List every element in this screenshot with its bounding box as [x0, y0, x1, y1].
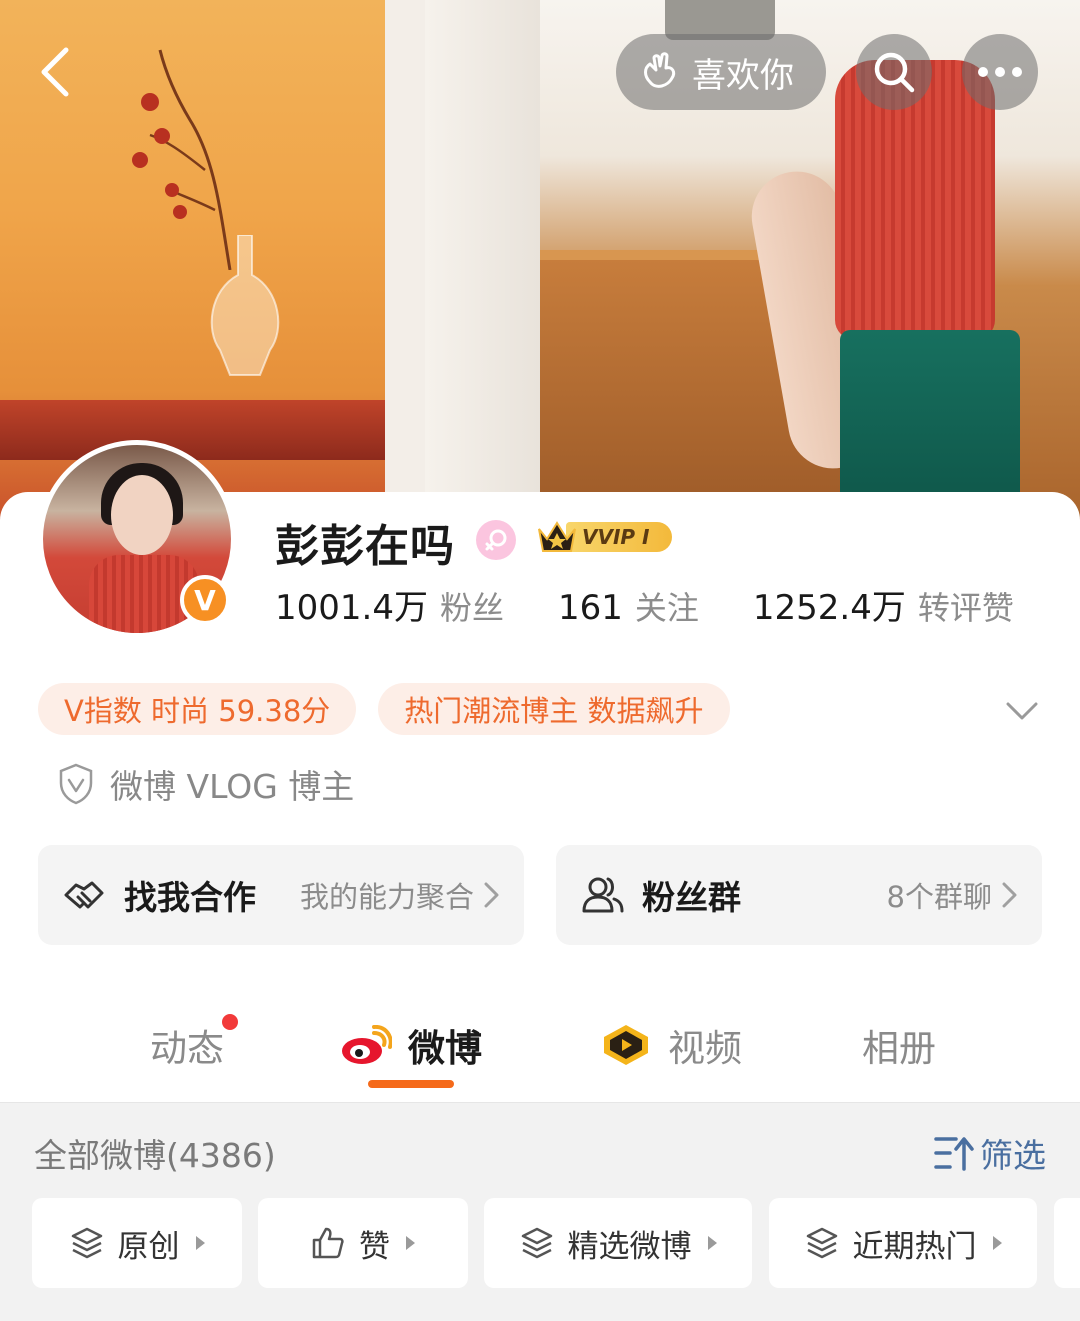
tab-activity[interactable]: 动态 [150, 1014, 238, 1072]
fan-group-button[interactable]: 粉丝群 8个群聊 [556, 845, 1042, 945]
filter-button[interactable]: 筛选 [934, 1129, 1046, 1177]
vvip-label: VVIP I [566, 522, 672, 552]
cover-divider [425, 0, 545, 520]
search-button[interactable] [856, 34, 932, 110]
vase-illustration [210, 235, 280, 376]
avatar-face [111, 475, 173, 555]
tab-weibo[interactable]: 微博 [340, 1018, 482, 1072]
more-dots-icon [978, 67, 1022, 77]
verified-badge: V [180, 575, 230, 625]
crown-icon [538, 521, 576, 552]
profile-name: 彭彭在吗 [275, 521, 455, 572]
back-button[interactable] [30, 40, 80, 104]
like-you-button[interactable]: 喜欢你 [616, 34, 826, 110]
search-icon [874, 52, 915, 93]
cooperate-label: 找我合作 [124, 878, 256, 917]
thumbs-up-icon [312, 1227, 344, 1259]
layers-icon [521, 1227, 552, 1259]
certification-label: 微博 VLOG 博主 [110, 767, 355, 806]
notification-dot [222, 1014, 238, 1030]
group-icon [582, 877, 624, 913]
chip-trending[interactable]: 近期热门 [769, 1198, 1037, 1288]
stat-label: 转评赞 [917, 589, 1014, 627]
tag-row: V指数 时尚 59.38分 热门潮流博主 数据飙升 [38, 683, 752, 735]
certification-row: 微博 VLOG 博主 [58, 760, 354, 808]
chevron-right-icon [1002, 882, 1017, 908]
chevron-right-icon [484, 882, 499, 908]
filter-sort-icon [934, 1137, 974, 1171]
chip-likes[interactable]: 赞 [258, 1198, 468, 1288]
v-index-tag[interactable]: V指数 时尚 59.38分 [38, 683, 357, 735]
tab-label: 微博 [408, 1027, 482, 1070]
tab-label: 动态 [150, 1027, 224, 1070]
stat-label: 关注 [634, 589, 699, 627]
chip-featured[interactable]: 精选微博 [484, 1198, 752, 1288]
handshake-icon [64, 881, 104, 909]
chip-overflow[interactable] [1054, 1198, 1080, 1288]
video-play-icon [604, 1025, 648, 1065]
stat-label: 粉丝 [439, 589, 504, 627]
fan-group-sublabel: 8个群聊 [886, 880, 992, 914]
layers-icon [806, 1227, 837, 1259]
tab-label: 视频 [668, 1027, 742, 1070]
stat-value: 1001.4万 [275, 588, 428, 628]
chip-label: 近期热门 [852, 1228, 977, 1265]
feed-title: 全部微博(4386) [34, 1136, 276, 1175]
cooperate-sublabel: 我的能力聚合 [299, 880, 474, 914]
caret-right-icon [992, 1236, 1002, 1250]
chevron-left-icon [41, 47, 69, 97]
shelf [0, 400, 390, 460]
frame-edge [385, 0, 425, 520]
stats-row: 1001.4万 粉丝 161 关注 1252.4万 转评赞 [275, 580, 1068, 629]
stat-followers[interactable]: 1001.4万 粉丝 [275, 580, 504, 629]
caret-right-icon [195, 1236, 205, 1250]
tab-video[interactable]: 视频 [598, 1018, 742, 1072]
chip-label: 精选微博 [567, 1228, 692, 1265]
filter-label: 筛选 [980, 1136, 1046, 1175]
stat-value: 161 [557, 588, 623, 628]
female-icon [476, 520, 516, 560]
chevron-down-icon[interactable] [1002, 690, 1042, 730]
tab-label: 相册 [862, 1027, 936, 1070]
chip-original[interactable]: 原创 [32, 1198, 242, 1288]
stat-value: 1252.4万 [752, 588, 906, 628]
stat-interactions[interactable]: 1252.4万 转评赞 [753, 580, 1014, 629]
hot-blogger-tag[interactable]: 热门潮流博主 数据飙升 [378, 683, 730, 735]
like-you-label: 喜欢你 [692, 55, 794, 96]
chip-label: 赞 [359, 1228, 390, 1265]
more-button[interactable] [962, 34, 1038, 110]
stat-following[interactable]: 161 关注 [558, 583, 699, 629]
caret-right-icon [707, 1236, 717, 1250]
active-tab-indicator [368, 1080, 454, 1088]
vvip-badge[interactable]: VVIP I [536, 517, 676, 557]
chip-label: 原创 [117, 1228, 180, 1265]
shield-icon [59, 763, 93, 805]
cooperate-button[interactable]: 找我合作 我的能力聚合 [38, 845, 524, 945]
hand-heart-icon [644, 52, 676, 88]
tab-album[interactable]: 相册 [862, 1018, 936, 1072]
caret-right-icon [406, 1236, 415, 1250]
layers-icon [71, 1227, 102, 1259]
fan-group-label: 粉丝群 [642, 878, 741, 917]
weibo-logo-icon [342, 1025, 392, 1064]
profile-tabs: 动态 微博 视频 相册 [0, 1000, 1080, 1102]
